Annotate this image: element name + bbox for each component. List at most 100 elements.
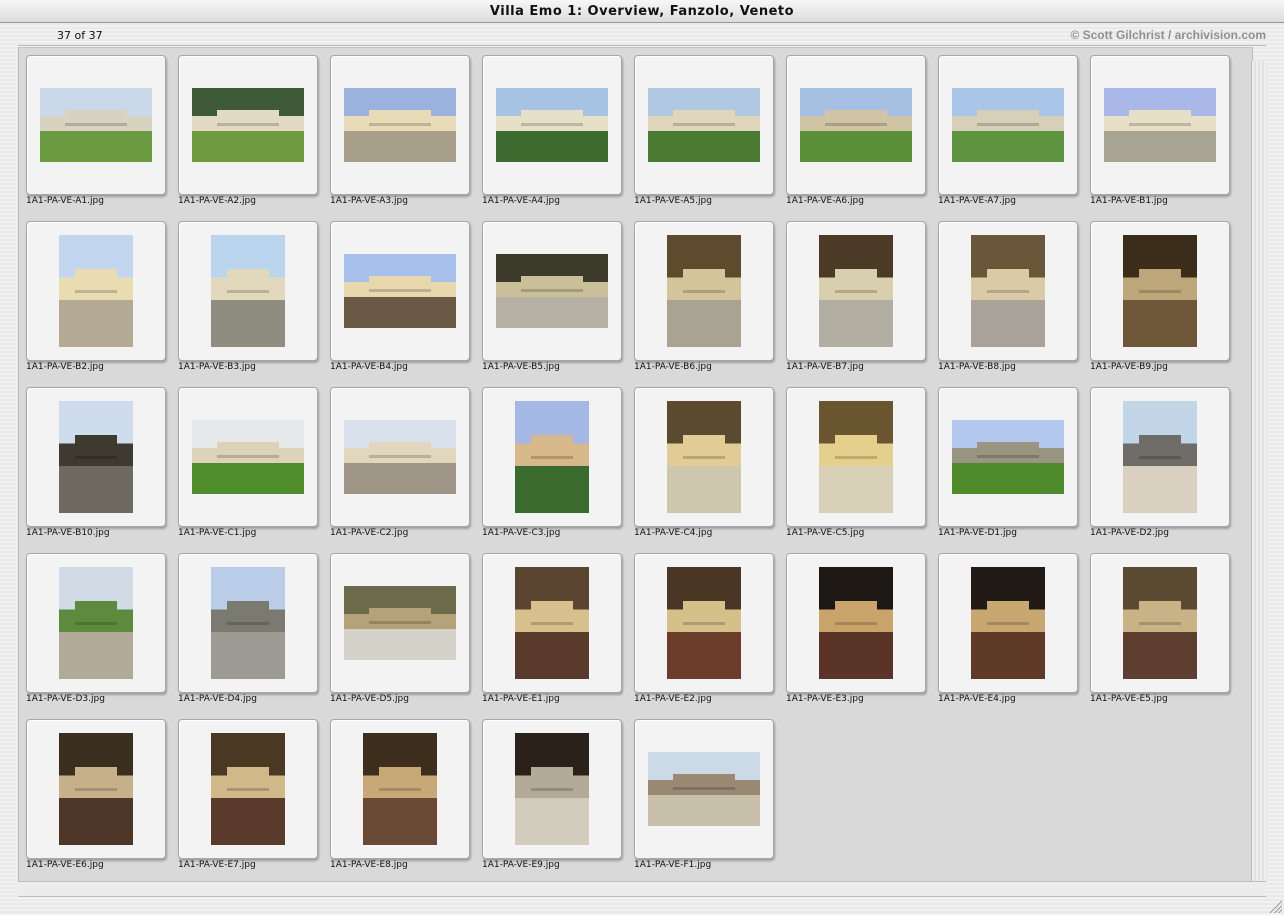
thumbnail-photo[interactable] bbox=[496, 88, 608, 162]
thumbnail-photo[interactable] bbox=[192, 88, 304, 162]
thumbnail-photo[interactable] bbox=[59, 401, 133, 513]
thumbnail-item[interactable]: 1A1-PA-VE-D3.jpg bbox=[19, 546, 166, 704]
slide-mount[interactable] bbox=[634, 719, 774, 859]
slide-mount[interactable] bbox=[178, 221, 318, 361]
slide-mount[interactable] bbox=[938, 55, 1078, 195]
thumbnail-photo[interactable] bbox=[344, 254, 456, 328]
thumbnail-photo[interactable] bbox=[1123, 567, 1197, 679]
thumbnail-item[interactable]: 1A1-PA-VE-E3.jpg bbox=[779, 546, 926, 704]
slide-mount[interactable] bbox=[330, 221, 470, 361]
thumbnail-item[interactable]: 1A1-PA-VE-D2.jpg bbox=[1083, 380, 1230, 538]
thumbnail-photo[interactable] bbox=[667, 401, 741, 513]
vertical-scrollbar[interactable] bbox=[1251, 61, 1267, 881]
thumbnail-photo[interactable] bbox=[648, 88, 760, 162]
thumbnail-item[interactable]: 1A1-PA-VE-E5.jpg bbox=[1083, 546, 1230, 704]
thumbnail-photo[interactable] bbox=[800, 88, 912, 162]
thumbnail-item[interactable]: 1A1-PA-VE-C3.jpg bbox=[475, 380, 622, 538]
thumbnail-item[interactable]: 1A1-PA-VE-D4.jpg bbox=[171, 546, 318, 704]
thumbnail-photo[interactable] bbox=[971, 567, 1045, 679]
thumbnail-photo[interactable] bbox=[59, 235, 133, 347]
thumbnail-item[interactable]: 1A1-PA-VE-A5.jpg bbox=[627, 48, 774, 206]
thumbnail-photo[interactable] bbox=[211, 733, 285, 845]
thumbnail-photo[interactable] bbox=[952, 420, 1064, 494]
thumbnail-item[interactable]: 1A1-PA-VE-C2.jpg bbox=[323, 380, 470, 538]
slide-mount[interactable] bbox=[26, 719, 166, 859]
thumbnail-photo[interactable] bbox=[952, 88, 1064, 162]
thumbnail-item[interactable]: 1A1-PA-VE-B6.jpg bbox=[627, 214, 774, 372]
thumbnail-item[interactable]: 1A1-PA-VE-B1.jpg bbox=[1083, 48, 1230, 206]
thumbnail-item[interactable]: 1A1-PA-VE-B5.jpg bbox=[475, 214, 622, 372]
slide-mount[interactable] bbox=[482, 55, 622, 195]
thumbnail-item[interactable]: 1A1-PA-VE-B10.jpg bbox=[19, 380, 166, 538]
thumbnail-photo[interactable] bbox=[819, 401, 893, 513]
thumbnail-photo[interactable] bbox=[819, 567, 893, 679]
thumbnail-photo[interactable] bbox=[515, 733, 589, 845]
slide-mount[interactable] bbox=[330, 387, 470, 527]
thumbnail-photo[interactable] bbox=[1104, 88, 1216, 162]
thumbnail-photo[interactable] bbox=[192, 420, 304, 494]
slide-mount[interactable] bbox=[482, 221, 622, 361]
slide-mount[interactable] bbox=[1090, 387, 1230, 527]
thumbnail-photo[interactable] bbox=[211, 235, 285, 347]
thumbnail-photo[interactable] bbox=[819, 235, 893, 347]
thumbnail-item[interactable]: 1A1-PA-VE-F1.jpg bbox=[627, 712, 774, 870]
thumbnail-item[interactable]: 1A1-PA-VE-E6.jpg bbox=[19, 712, 166, 870]
thumbnail-item[interactable]: 1A1-PA-VE-E7.jpg bbox=[171, 712, 318, 870]
thumbnail-photo[interactable] bbox=[59, 733, 133, 845]
slide-mount[interactable] bbox=[26, 221, 166, 361]
thumbnail-photo[interactable] bbox=[59, 567, 133, 679]
slide-mount[interactable] bbox=[330, 553, 470, 693]
thumbnail-item[interactable]: 1A1-PA-VE-C5.jpg bbox=[779, 380, 926, 538]
slide-mount[interactable] bbox=[634, 553, 774, 693]
slide-mount[interactable] bbox=[1090, 55, 1230, 195]
slide-mount[interactable] bbox=[786, 55, 926, 195]
slide-mount[interactable] bbox=[634, 221, 774, 361]
thumbnail-item[interactable]: 1A1-PA-VE-C1.jpg bbox=[171, 380, 318, 538]
slide-mount[interactable] bbox=[1090, 221, 1230, 361]
slide-mount[interactable] bbox=[938, 553, 1078, 693]
slide-mount[interactable] bbox=[26, 387, 166, 527]
thumbnail-photo[interactable] bbox=[648, 752, 760, 826]
thumbnail-item[interactable]: 1A1-PA-VE-A2.jpg bbox=[171, 48, 318, 206]
slide-mount[interactable] bbox=[482, 553, 622, 693]
thumbnail-photo[interactable] bbox=[496, 254, 608, 328]
thumbnail-photo[interactable] bbox=[515, 567, 589, 679]
thumbnail-photo[interactable] bbox=[211, 567, 285, 679]
thumbnail-item[interactable]: 1A1-PA-VE-A6.jpg bbox=[779, 48, 926, 206]
resize-grip-icon[interactable] bbox=[1268, 899, 1282, 913]
slide-mount[interactable] bbox=[330, 55, 470, 195]
thumbnail-photo[interactable] bbox=[515, 401, 589, 513]
thumbnail-item[interactable]: 1A1-PA-VE-B8.jpg bbox=[931, 214, 1078, 372]
slide-mount[interactable] bbox=[178, 719, 318, 859]
thumbnail-item[interactable]: 1A1-PA-VE-C4.jpg bbox=[627, 380, 774, 538]
thumbnail-item[interactable]: 1A1-PA-VE-A4.jpg bbox=[475, 48, 622, 206]
slide-mount[interactable] bbox=[786, 553, 926, 693]
slide-mount[interactable] bbox=[1090, 553, 1230, 693]
thumbnail-photo[interactable] bbox=[344, 88, 456, 162]
slide-mount[interactable] bbox=[26, 55, 166, 195]
thumbnail-photo[interactable] bbox=[363, 733, 437, 845]
horizontal-scrollbar[interactable] bbox=[18, 881, 1266, 897]
slide-mount[interactable] bbox=[178, 55, 318, 195]
thumbnail-item[interactable]: 1A1-PA-VE-A1.jpg bbox=[19, 48, 166, 206]
title-bar[interactable]: Villa Emo 1: Overview, Fanzolo, Veneto bbox=[0, 0, 1284, 23]
thumbnail-photo[interactable] bbox=[1123, 235, 1197, 347]
thumbnail-photo[interactable] bbox=[971, 235, 1045, 347]
thumbnail-item[interactable]: 1A1-PA-VE-E2.jpg bbox=[627, 546, 774, 704]
slide-mount[interactable] bbox=[26, 553, 166, 693]
thumbnail-item[interactable]: 1A1-PA-VE-B3.jpg bbox=[171, 214, 318, 372]
slide-mount[interactable] bbox=[634, 387, 774, 527]
thumbnail-photo[interactable] bbox=[1123, 401, 1197, 513]
thumbnail-item[interactable]: 1A1-PA-VE-B7.jpg bbox=[779, 214, 926, 372]
thumbnail-item[interactable]: 1A1-PA-VE-E8.jpg bbox=[323, 712, 470, 870]
thumbnail-item[interactable]: 1A1-PA-VE-E1.jpg bbox=[475, 546, 622, 704]
thumbnail-photo[interactable] bbox=[344, 420, 456, 494]
slide-mount[interactable] bbox=[178, 553, 318, 693]
thumbnail-photo[interactable] bbox=[667, 567, 741, 679]
slide-mount[interactable] bbox=[634, 55, 774, 195]
slide-mount[interactable] bbox=[330, 719, 470, 859]
slide-mount[interactable] bbox=[482, 719, 622, 859]
slide-mount[interactable] bbox=[178, 387, 318, 527]
thumbnail-item[interactable]: 1A1-PA-VE-D5.jpg bbox=[323, 546, 470, 704]
slide-mount[interactable] bbox=[786, 221, 926, 361]
